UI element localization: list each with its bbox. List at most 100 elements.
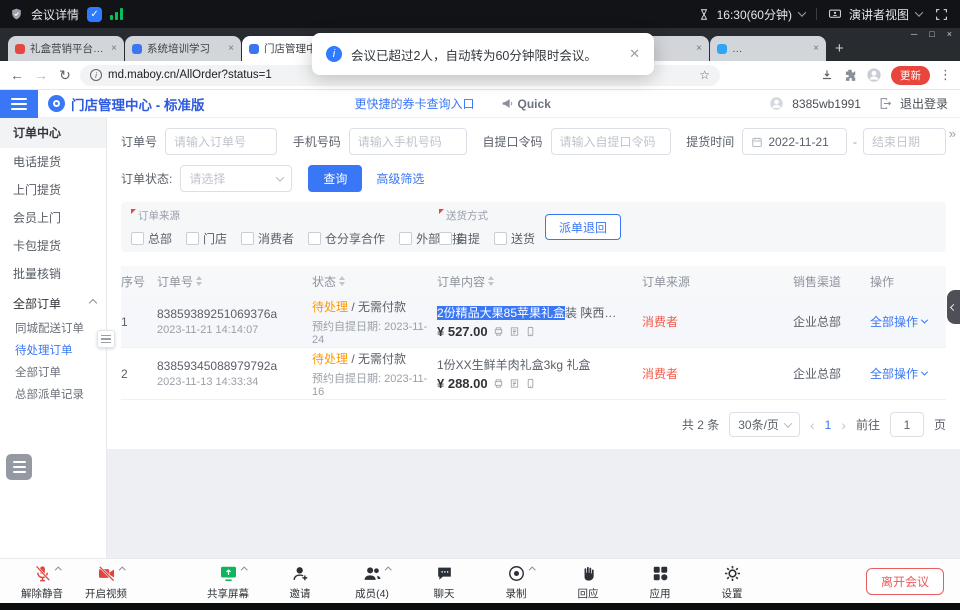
protection-check-icon[interactable]: ✓	[87, 7, 102, 22]
print-icon[interactable]	[493, 378, 504, 389]
bookmark-star-icon[interactable]: ☆	[699, 68, 710, 82]
mobile-icon[interactable]	[525, 326, 536, 337]
selected-text[interactable]: 2份精品大果85苹果礼盒	[437, 306, 565, 320]
new-tab-button[interactable]: +	[835, 40, 844, 57]
browser-tab[interactable]: 系统培训学习 ×	[125, 36, 241, 61]
sidebar-collapse-handle[interactable]	[97, 330, 115, 348]
tab-close-icon[interactable]: ×	[696, 43, 702, 54]
browser-update-button[interactable]: 更新	[891, 66, 930, 85]
table-row[interactable]: 1 83859389251069376a 2023-11-21 14:14:07…	[121, 296, 946, 348]
refresh-icon[interactable]: ↻	[56, 67, 74, 84]
sidebar-item-phone-pickup[interactable]: 电话提货	[0, 148, 106, 176]
end-date-input[interactable]: 结束日期	[863, 128, 946, 155]
meeting-detail-label[interactable]: 会议详情	[31, 6, 79, 23]
checkbox-icon[interactable]	[308, 232, 321, 245]
current-page[interactable]: 1	[825, 418, 832, 432]
checkbox-icon[interactable]	[399, 232, 412, 245]
page-size-select[interactable]: 30条/页	[729, 412, 800, 437]
back-icon[interactable]: ←	[8, 67, 26, 83]
order-status-select[interactable]: 请选择	[180, 165, 292, 192]
all-actions-dropdown[interactable]: 全部操作	[870, 313, 946, 330]
print-icon[interactable]	[493, 326, 504, 337]
sidebar-item-door-pickup[interactable]: 上门提货	[0, 176, 106, 204]
note-icon[interactable]	[509, 326, 520, 337]
toast-close-icon[interactable]: ✕	[629, 46, 640, 62]
col-order-no[interactable]: 订单号	[157, 273, 312, 290]
advanced-filter-link[interactable]: 高级筛选	[376, 170, 424, 187]
collapse-filters-icon[interactable]: »	[949, 126, 956, 141]
all-actions-dropdown[interactable]: 全部操作	[870, 365, 946, 382]
share-options-caret[interactable]	[241, 567, 247, 573]
tab-close-icon[interactable]: ×	[228, 43, 234, 54]
site-info-icon[interactable]: i	[90, 69, 102, 81]
checkbox-source-consumer[interactable]: 消费者	[241, 230, 294, 247]
browser-tab[interactable]: … ×	[710, 36, 826, 61]
view-mode-label[interactable]: 演讲者视图	[849, 6, 909, 23]
checkbox-icon[interactable]	[241, 232, 254, 245]
checkbox-icon[interactable]	[494, 232, 507, 245]
downloads-icon[interactable]	[820, 68, 834, 82]
username[interactable]: 8385wb1991	[792, 97, 861, 111]
members-options-caret[interactable]	[385, 567, 391, 573]
minimize-icon[interactable]: ─	[911, 29, 917, 39]
logout-button[interactable]: 退出登录	[900, 95, 948, 112]
sort-icons[interactable]	[488, 276, 494, 286]
checkbox-icon[interactable]	[439, 232, 452, 245]
browser-menu-icon[interactable]: ⋮	[939, 67, 952, 83]
apps-button[interactable]: 应用	[636, 563, 684, 601]
table-row[interactable]: 2 83859345088979792a 2023-11-13 14:33:34…	[121, 348, 946, 400]
tab-close-icon[interactable]: ×	[111, 43, 117, 54]
sidebar-item-batch-verify[interactable]: 批量核销	[0, 260, 106, 288]
fullscreen-icon[interactable]	[935, 8, 948, 21]
quick-entry[interactable]: Quick	[501, 97, 551, 111]
record-options-caret[interactable]	[529, 567, 535, 573]
col-status[interactable]: 状态	[312, 273, 437, 290]
checkbox-delivery-deliver[interactable]: 送货	[494, 230, 535, 247]
start-date-input[interactable]: 2022-11-21	[742, 128, 847, 155]
checkbox-delivery-selfpickup[interactable]: 自提	[439, 230, 480, 247]
members-button[interactable]: 成员(4)	[348, 563, 396, 601]
dispatch-return-button[interactable]: 派单退回	[545, 214, 621, 240]
checkbox-source-warehouse-share[interactable]: 仓分享合作	[308, 230, 385, 247]
checkbox-source-hq[interactable]: 总部	[131, 230, 172, 247]
order-no-value[interactable]: 83859345088979792a	[157, 359, 312, 373]
reaction-button[interactable]: 回应	[564, 563, 612, 601]
mobile-icon[interactable]	[525, 378, 536, 389]
profile-avatar-icon[interactable]	[866, 67, 882, 83]
leave-meeting-button[interactable]: 离开会议	[866, 568, 944, 595]
search-button[interactable]: 查询	[308, 165, 362, 192]
maximize-icon[interactable]: □	[929, 29, 934, 39]
goto-page-input[interactable]	[890, 412, 924, 437]
sidebar-group-all-orders[interactable]: 全部订单	[0, 288, 106, 318]
sidebar-toggle-button[interactable]	[0, 90, 38, 118]
quick-menu-float-button[interactable]	[6, 454, 32, 480]
checkbox-source-store[interactable]: 门店	[186, 230, 227, 247]
tab-close-icon[interactable]: ×	[813, 43, 819, 54]
checkbox-icon[interactable]	[186, 232, 199, 245]
prev-page-icon[interactable]: ‹	[810, 417, 815, 433]
order-no-input[interactable]	[165, 128, 277, 155]
side-panel-expand-handle[interactable]	[947, 290, 960, 324]
sidebar-item-member-visit[interactable]: 会员上门	[0, 204, 106, 232]
sidebar-subitem-pending-orders[interactable]: 待处理订单	[0, 340, 106, 362]
coupon-query-link[interactable]: 更快捷的券卡查询入口	[355, 95, 475, 112]
sidebar-subitem-all-orders[interactable]: 全部订单	[0, 362, 106, 384]
sidebar-subitem-hq-dispatch-log[interactable]: 总部派单记录	[0, 384, 106, 406]
timer-chevron-icon[interactable]	[798, 8, 806, 16]
phone-input[interactable]	[349, 128, 467, 155]
browser-tab[interactable]: 礼盒营销平台管理中心 ×	[8, 36, 124, 61]
order-no-value[interactable]: 83859389251069376a	[157, 307, 312, 321]
view-chevron-icon[interactable]	[915, 8, 923, 16]
chat-button[interactable]: 聊天	[420, 563, 468, 601]
next-page-icon[interactable]: ›	[841, 417, 846, 433]
extensions-puzzle-icon[interactable]	[843, 68, 857, 82]
col-content[interactable]: 订单内容	[437, 273, 642, 290]
share-screen-button[interactable]: 共享屏幕	[204, 563, 252, 601]
sidebar-section-order-center[interactable]: 订单中心	[0, 118, 106, 148]
settings-button[interactable]: 设置	[708, 563, 756, 601]
sidebar-item-card-pickup[interactable]: 卡包提货	[0, 232, 106, 260]
invite-button[interactable]: 邀请	[276, 563, 324, 601]
pickup-code-input[interactable]	[551, 128, 671, 155]
close-icon[interactable]: ×	[947, 29, 952, 39]
checkbox-icon[interactable]	[131, 232, 144, 245]
